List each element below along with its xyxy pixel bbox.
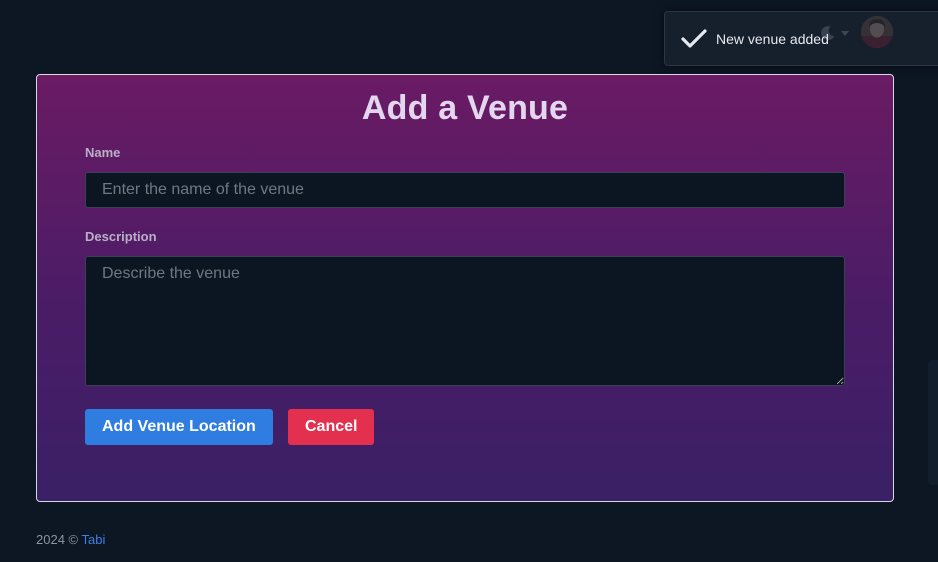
- toast-notification[interactable]: New venue added: [664, 11, 938, 66]
- venue-name-input[interactable]: [85, 172, 845, 208]
- add-venue-card: Add a Venue Name Description Add Venue L…: [36, 74, 894, 502]
- check-icon: [681, 29, 707, 48]
- side-panel-edge: [928, 360, 938, 485]
- footer-brand-link[interactable]: Tabi: [82, 532, 106, 547]
- name-label: Name: [85, 145, 121, 160]
- description-label: Description: [85, 229, 157, 244]
- toast-message: New venue added: [716, 31, 829, 47]
- footer: 2024 © Tabi: [36, 532, 105, 547]
- page-title: Add a Venue: [361, 89, 569, 127]
- cancel-button[interactable]: Cancel: [288, 409, 375, 445]
- add-venue-location-button[interactable]: Add Venue Location: [85, 409, 273, 445]
- venue-description-textarea[interactable]: [85, 256, 845, 386]
- footer-copyright: 2024 ©: [36, 532, 79, 547]
